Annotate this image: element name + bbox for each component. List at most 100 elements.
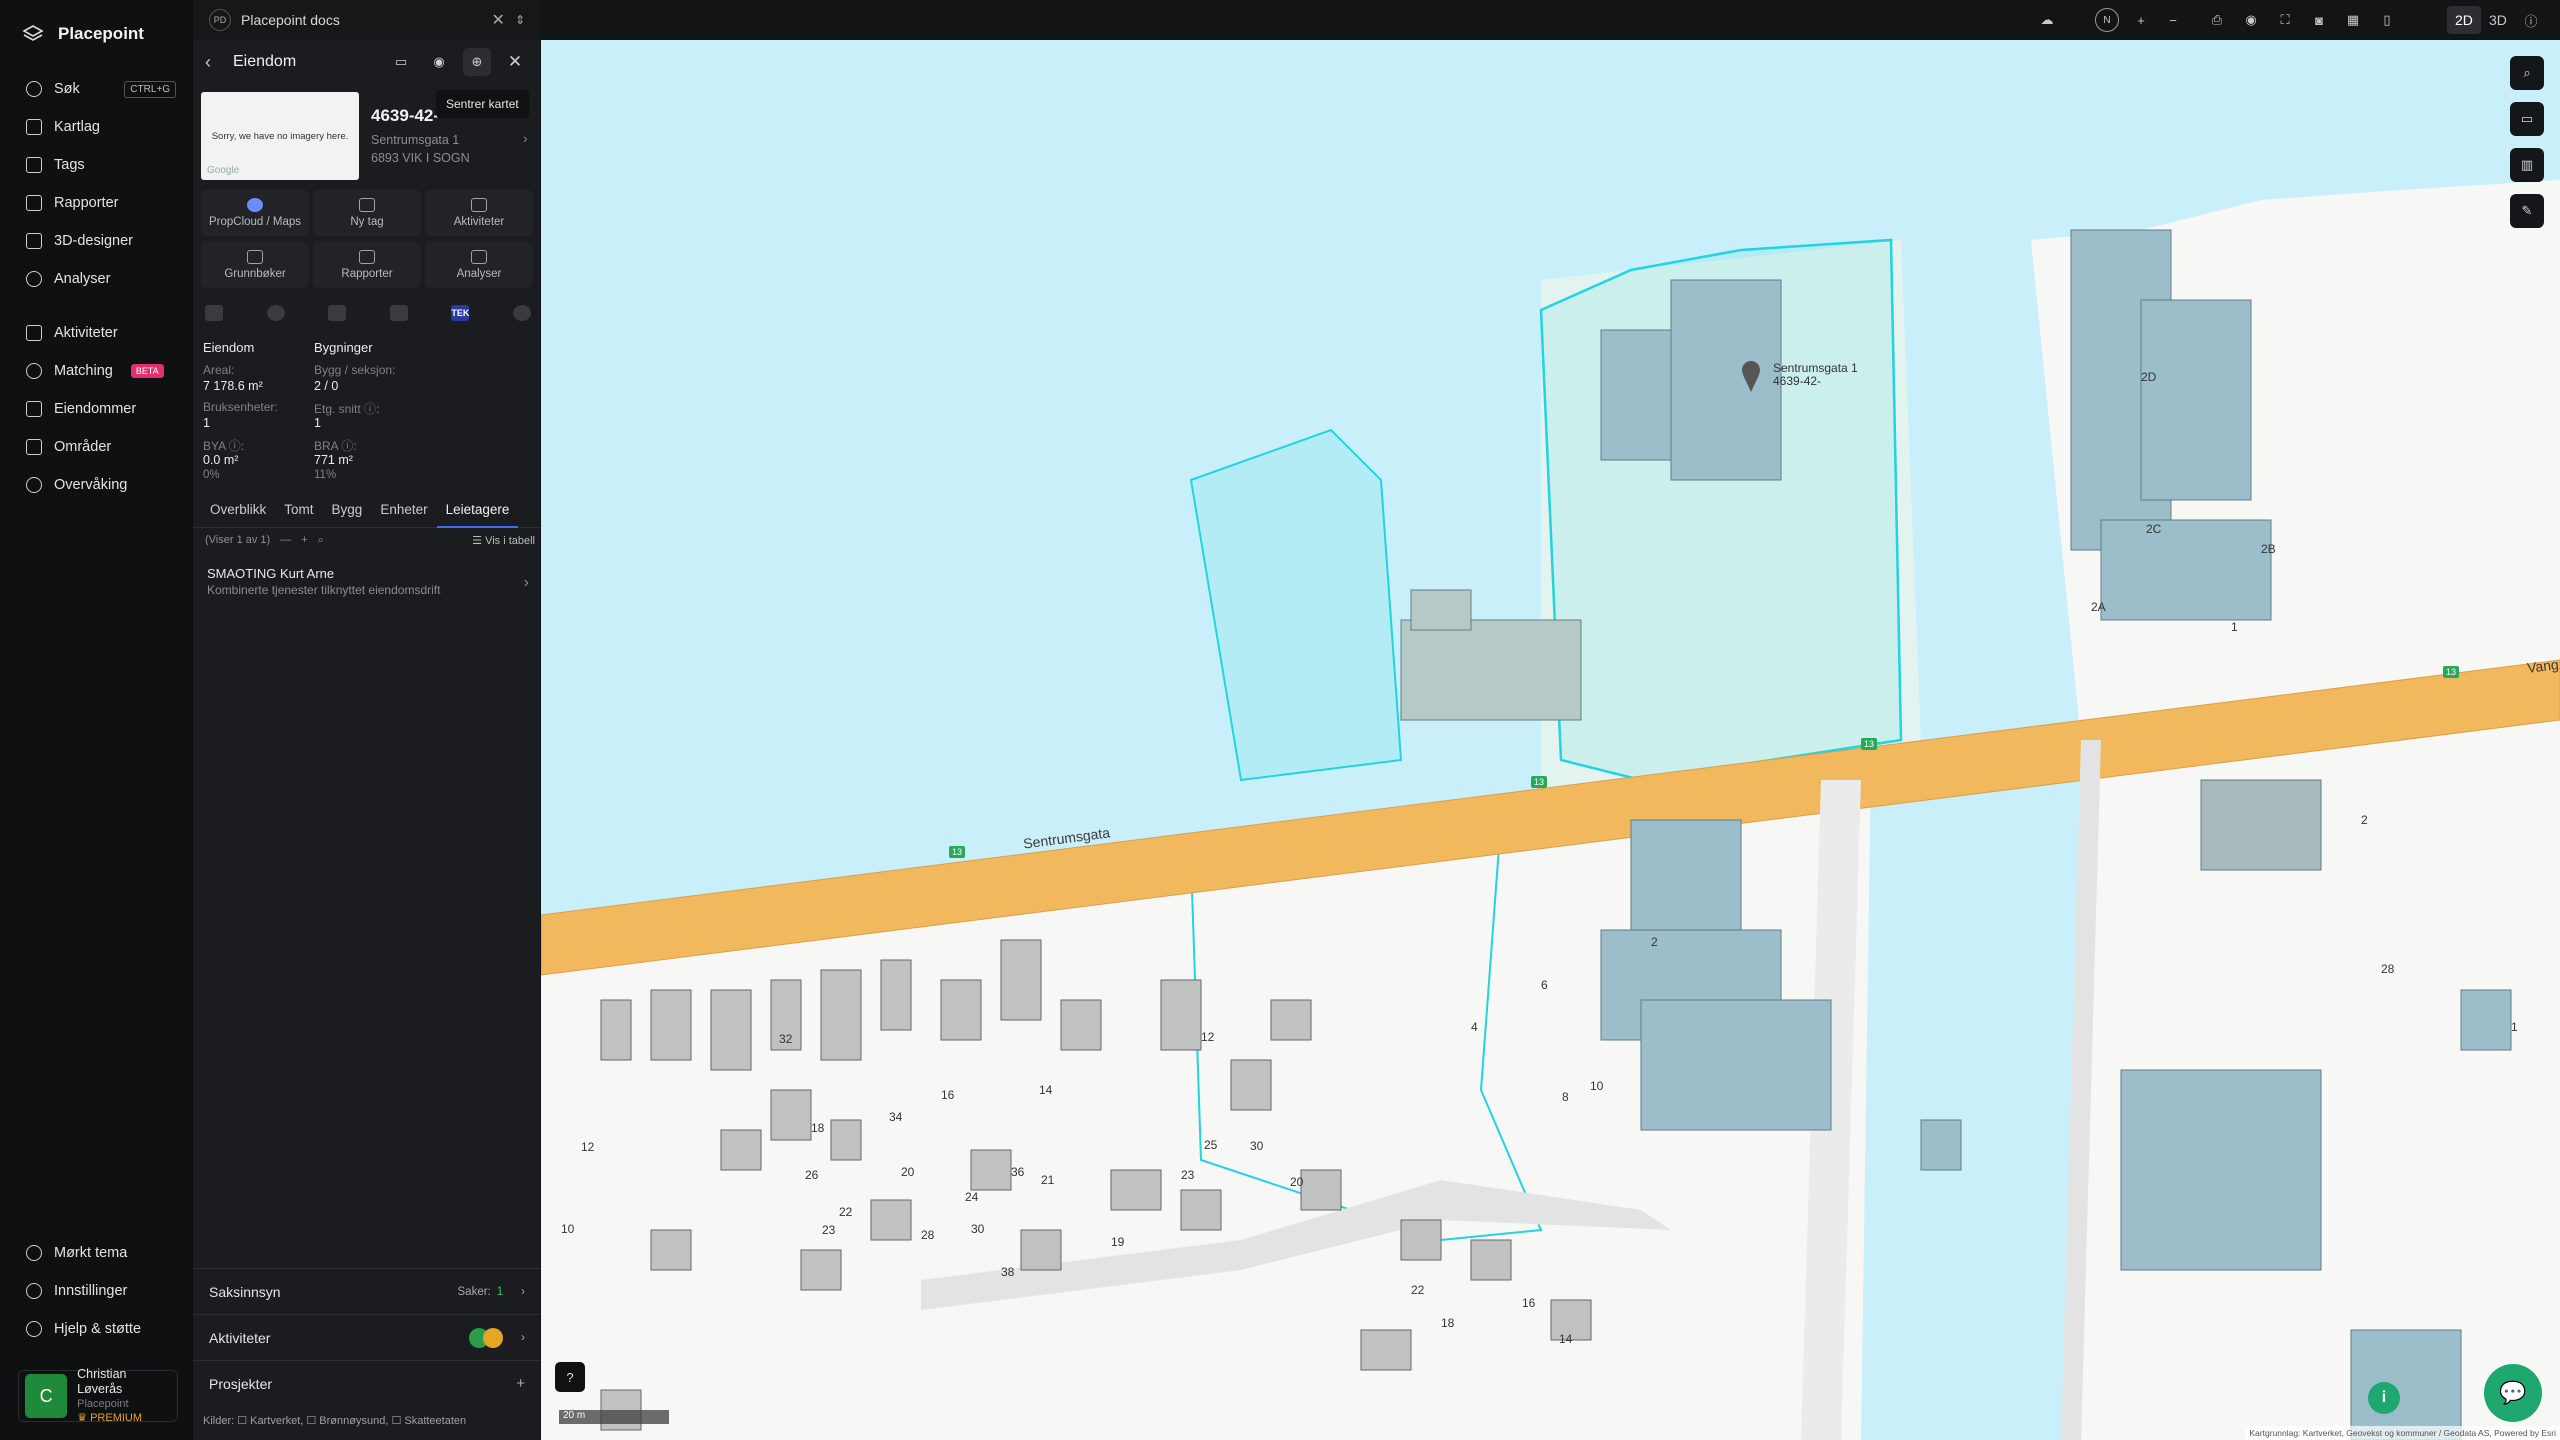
expand-docs-icon[interactable]: ⇕	[515, 13, 525, 27]
bookmark-icon[interactable]: ▯	[2375, 8, 2399, 32]
compass-icon[interactable]: N	[2095, 8, 2119, 32]
aktiviteter-section[interactable]: Aktiviteter ›	[193, 1314, 541, 1360]
building-number: 12	[581, 1140, 595, 1154]
grid-icon[interactable]: ▦	[2341, 8, 2365, 32]
nav-tags[interactable]: Tags	[26, 150, 176, 180]
action-new-tag[interactable]: Ny tag	[313, 190, 421, 236]
chevron-right-icon[interactable]: ›	[523, 130, 528, 146]
action-land-registry[interactable]: Grunnbøker	[201, 242, 309, 288]
tek-icon[interactable]: TEK	[451, 305, 470, 321]
nav-help[interactable]: Hjelp & støtte	[26, 1314, 176, 1344]
saker-summary: Saker: 1 ›	[458, 1286, 526, 1298]
id-card-icon[interactable]: ▭	[387, 48, 415, 76]
nav-analyses[interactable]: Analyser	[26, 264, 176, 294]
zoom-in-icon[interactable]: +	[2129, 8, 2153, 32]
action-reports[interactable]: Rapporter	[313, 242, 421, 288]
nav-reports[interactable]: Rapporter	[26, 188, 176, 218]
chat-icon[interactable]: 💬	[2484, 1364, 2542, 1422]
action-analyses[interactable]: Analyser	[425, 242, 533, 288]
nav-properties[interactable]: Eiendommer	[26, 394, 176, 424]
bya-label: BYA ⓘ:	[203, 439, 245, 453]
building-number: 19	[1111, 1235, 1125, 1249]
center-map-icon[interactable]: ⊕	[463, 48, 491, 76]
saksinnsyn-section[interactable]: Saksinnsyn Saker: 1 ›	[193, 1268, 541, 1314]
nav-dark-theme[interactable]: Mørkt tema	[26, 1238, 176, 1268]
nav-settings[interactable]: Innstillinger	[26, 1276, 176, 1306]
message-icon	[471, 198, 487, 212]
nav-3d-designer[interactable]: 3D-designer	[26, 226, 176, 256]
action-activities[interactable]: Aktiviteter	[425, 190, 533, 236]
building-number: 25	[1204, 1138, 1218, 1152]
building-number: 16	[1522, 1296, 1536, 1310]
nav-areas[interactable]: Områder	[26, 432, 176, 462]
building-number: 12	[1201, 1030, 1215, 1044]
user-card[interactable]: C Christian Løverås Placepoint ♛ PREMIUM	[18, 1367, 178, 1424]
message-icon	[26, 325, 42, 341]
nav-label: Tags	[54, 157, 85, 173]
print-icon[interactable]: ⎙	[2205, 8, 2229, 32]
user-org: Placepoint	[77, 1398, 129, 1410]
building-number: 2C	[2146, 522, 2162, 536]
draw-tool-icon[interactable]: ✎	[2510, 194, 2544, 228]
collapse-icon[interactable]: —	[280, 534, 291, 546]
building-number: 2	[2361, 813, 2368, 827]
map-info-icon[interactable]: i	[2368, 1382, 2400, 1414]
property-thumbnail[interactable]: Sorry, we have no imagery here. Google	[201, 92, 359, 180]
info-icon[interactable]: ⓘ	[2519, 8, 2543, 32]
tab-buildings[interactable]: Bygg	[323, 494, 372, 528]
camera-icon[interactable]: ◙	[2307, 8, 2331, 32]
show-table-button[interactable]: ☰ Vis i tabell	[472, 534, 535, 547]
measure-tool-icon[interactable]: ▭	[2510, 102, 2544, 136]
bolt-icon	[471, 250, 487, 264]
nav-search[interactable]: Søk CTRL+G	[26, 74, 176, 104]
tenant-list-toolbar: (Viser 1 av 1) — + ⌕ ☰ Vis i tabell	[205, 530, 535, 550]
nav-map-layers[interactable]: Kartlag	[26, 112, 176, 142]
stats-tool-icon[interactable]: ▥	[2510, 148, 2544, 182]
map-help-icon[interactable]: ?	[555, 1362, 585, 1392]
tab-plot[interactable]: Tomt	[275, 494, 322, 528]
add-icon[interactable]: +	[301, 534, 307, 546]
close-docs-icon[interactable]: ✕	[492, 10, 505, 30]
search-icon[interactable]: ⌕	[318, 534, 324, 547]
nav-label: 3D-designer	[54, 233, 133, 249]
tab-tenants[interactable]: Leietagere	[436, 494, 519, 528]
map-canvas[interactable]: Sentrumsgata Vang Sentrumsgata 1 4639-42…	[541, 40, 2560, 1440]
marker-id: 4639-42-	[1773, 374, 1822, 388]
docs-title[interactable]: Placepoint docs	[241, 12, 482, 28]
action-label: Analyser	[456, 268, 502, 280]
tab-units[interactable]: Enheter	[371, 494, 436, 528]
source-d-icon[interactable]	[389, 305, 408, 321]
close-icon[interactable]: ✕	[501, 48, 529, 76]
building-number: 10	[1590, 1079, 1604, 1093]
aktiviteter-avatars: ›	[469, 1327, 525, 1348]
mode-2d-button[interactable]: 2D	[2447, 6, 2481, 34]
mode-3d-button[interactable]: 3D	[2481, 6, 2515, 34]
building-number: 14	[1039, 1083, 1053, 1097]
action-propcloud[interactable]: PropCloud / Maps	[201, 190, 309, 236]
eye-icon[interactable]: ◉	[425, 48, 453, 76]
property-address[interactable]: Sentrumsgata 1 6893 VIK I SOGN	[371, 131, 470, 167]
building-number: 30	[971, 1222, 985, 1236]
source-c-icon[interactable]	[328, 305, 347, 321]
saker-count: 1	[496, 1285, 504, 1298]
fullscreen-icon[interactable]: ⛶	[2273, 8, 2297, 32]
tenant-row[interactable]: SMAOTING Kurt Arne Kombinerte tjenester …	[207, 566, 533, 597]
nav-monitoring[interactable]: Overvåking	[26, 470, 176, 500]
bygg-value: 2 / 0	[314, 379, 339, 393]
source-f-icon[interactable]	[512, 305, 531, 321]
eye-icon[interactable]: ◉	[2239, 8, 2263, 32]
back-icon[interactable]: ‹	[205, 52, 223, 73]
gear-icon	[26, 1283, 42, 1299]
tab-overview[interactable]: Overblikk	[201, 494, 275, 528]
prosjekter-section[interactable]: Prosjekter +	[193, 1360, 541, 1406]
zoom-out-icon[interactable]: −	[2161, 8, 2185, 32]
map-search-tool-icon[interactable]: ⌕	[2510, 56, 2544, 90]
source-b-icon[interactable]	[266, 305, 285, 321]
source-a-icon[interactable]	[205, 305, 223, 321]
terrain-icon[interactable]: ☁	[2035, 8, 2059, 32]
add-project-icon[interactable]: +	[516, 1375, 525, 1392]
brand[interactable]: Placepoint	[22, 20, 144, 48]
marker-label: Sentrumsgata 1 4639-42-	[1773, 362, 1858, 388]
nav-activities[interactable]: Aktiviteter	[26, 318, 176, 348]
nav-matching[interactable]: Matching BETA	[26, 356, 176, 386]
